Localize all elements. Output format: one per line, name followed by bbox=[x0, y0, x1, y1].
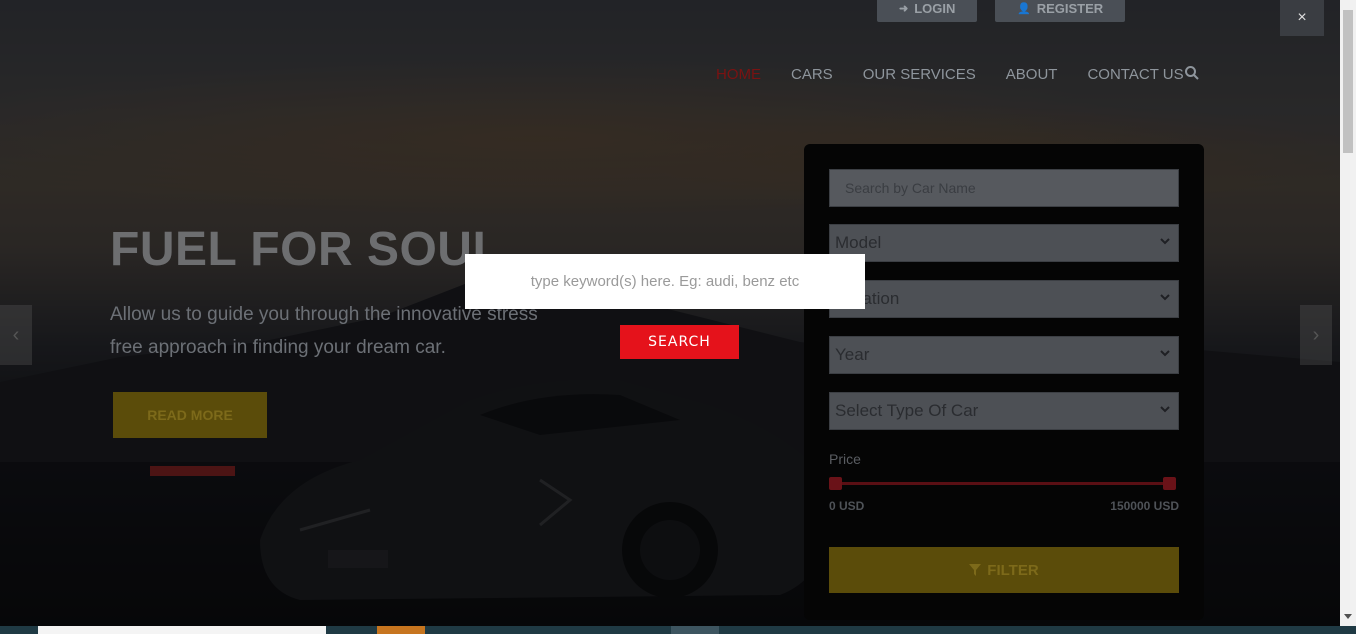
taskbar-app[interactable] bbox=[671, 626, 719, 634]
price-label: Price bbox=[829, 451, 861, 467]
nav-cars[interactable]: CARS bbox=[791, 66, 833, 83]
car-type-select[interactable]: Select Type Of Car bbox=[829, 392, 1179, 430]
chevron-right-icon: › bbox=[1312, 323, 1320, 346]
price-min-handle[interactable] bbox=[829, 477, 842, 490]
car-name-search-input[interactable]: Search by Car Name bbox=[829, 169, 1179, 207]
nav-contact-us[interactable]: CONTACT US bbox=[1087, 66, 1183, 83]
chevron-down-icon bbox=[1160, 350, 1170, 357]
price-max-handle[interactable] bbox=[1163, 477, 1176, 490]
price-min-value: 0 USD bbox=[829, 499, 865, 513]
chevron-down-icon bbox=[1160, 294, 1170, 301]
year-select[interactable]: Year bbox=[829, 336, 1179, 374]
taskbar bbox=[0, 626, 1356, 634]
login-label: LOGIN bbox=[914, 0, 956, 16]
scrollbar-thumb[interactable] bbox=[1343, 10, 1353, 153]
filter-icon bbox=[969, 564, 982, 576]
search-button[interactable]: SEARCH bbox=[620, 325, 739, 359]
user-plus-icon: 👤 bbox=[1017, 2, 1031, 15]
nav-our-services[interactable]: OUR SERVICES bbox=[863, 66, 976, 83]
scroll-down-icon[interactable] bbox=[1344, 612, 1352, 620]
nav-about[interactable]: ABOUT bbox=[1006, 66, 1058, 83]
close-icon: × bbox=[1297, 9, 1307, 26]
hero-title: FUEL FOR SOUL bbox=[110, 223, 503, 276]
filter-label: FILTER bbox=[987, 561, 1039, 579]
location-select[interactable]: Location bbox=[829, 280, 1179, 318]
register-button[interactable]: 👤 REGISTER bbox=[995, 0, 1126, 22]
model-select[interactable]: Model bbox=[829, 224, 1179, 262]
chevron-down-icon bbox=[1160, 238, 1170, 245]
read-more-button[interactable]: READ MORE bbox=[113, 392, 267, 438]
sign-in-icon: ➜ bbox=[899, 2, 909, 15]
carousel-prev-button[interactable]: ‹ bbox=[0, 305, 32, 365]
price-slider-track[interactable] bbox=[834, 482, 1172, 485]
search-icon[interactable] bbox=[1184, 65, 1200, 81]
carousel-next-button[interactable]: › bbox=[1300, 305, 1332, 365]
year-select-value: Year bbox=[835, 345, 870, 364]
login-button[interactable]: ➜ LOGIN bbox=[877, 0, 978, 22]
taskbar-search-box[interactable] bbox=[38, 626, 326, 634]
filter-panel: Search by Car Name Model Location Year S… bbox=[804, 144, 1204, 620]
filter-button[interactable]: FILTER bbox=[829, 547, 1179, 593]
slide-indicator[interactable] bbox=[150, 466, 235, 476]
page-scrollbar[interactable] bbox=[1340, 0, 1356, 626]
car-type-select-value: Select Type Of Car bbox=[835, 401, 979, 420]
close-modal-button[interactable]: × bbox=[1280, 0, 1324, 36]
price-max-value: 150000 USD bbox=[1110, 499, 1179, 513]
keyword-search-input[interactable] bbox=[465, 254, 865, 309]
main-nav: HOME CARS OUR SERVICES ABOUT CONTACT US bbox=[716, 66, 1199, 83]
taskbar-app[interactable] bbox=[377, 626, 425, 634]
chevron-down-icon bbox=[1160, 406, 1170, 413]
model-select-value: Model bbox=[835, 233, 882, 252]
chevron-left-icon: ‹ bbox=[12, 323, 20, 346]
register-label: REGISTER bbox=[1036, 0, 1104, 16]
nav-home[interactable]: HOME bbox=[716, 66, 761, 83]
